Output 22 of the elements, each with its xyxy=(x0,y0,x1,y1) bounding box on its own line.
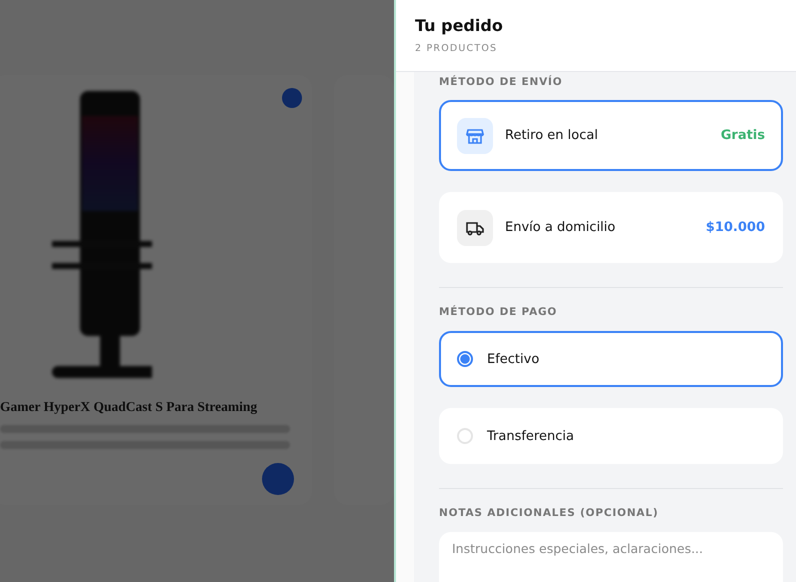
section-heading: NOTAS ADICIONALES (OPCIONAL) xyxy=(439,507,660,519)
store-icon xyxy=(457,118,493,154)
payment-option[interactable]: Efectivo xyxy=(439,331,783,387)
shipping-option[interactable]: Envío a domicilio $10.000 xyxy=(439,192,783,263)
badge-dot xyxy=(282,88,302,108)
shipping-option[interactable]: Retiro en local Gratis xyxy=(439,100,783,171)
option-label: Retiro en local xyxy=(505,128,599,143)
drawer-title: Tu pedido xyxy=(415,16,503,35)
option-label: Efectivo xyxy=(487,352,540,366)
notes-field[interactable]: Instrucciones especiales, aclaraciones... xyxy=(439,532,783,582)
option-price: $10.000 xyxy=(706,220,765,235)
add-button[interactable] xyxy=(262,463,294,495)
option-label: Envío a domicilio xyxy=(505,220,616,235)
section-heading: MÉTODO DE PAGO xyxy=(439,306,558,318)
option-label: Transferencia xyxy=(487,428,575,444)
truck-icon xyxy=(457,210,493,246)
product-title: Gamer HyperX QuadCast S Para Streaming xyxy=(0,399,258,415)
option-price: Gratis xyxy=(720,128,765,143)
section-heading: MÉTODO DE ENVÍO xyxy=(439,74,564,90)
payment-option[interactable]: Transferencia xyxy=(439,408,783,464)
product-count: 2 PRODUCTOS xyxy=(415,43,498,54)
radio-button[interactable] xyxy=(457,351,473,367)
